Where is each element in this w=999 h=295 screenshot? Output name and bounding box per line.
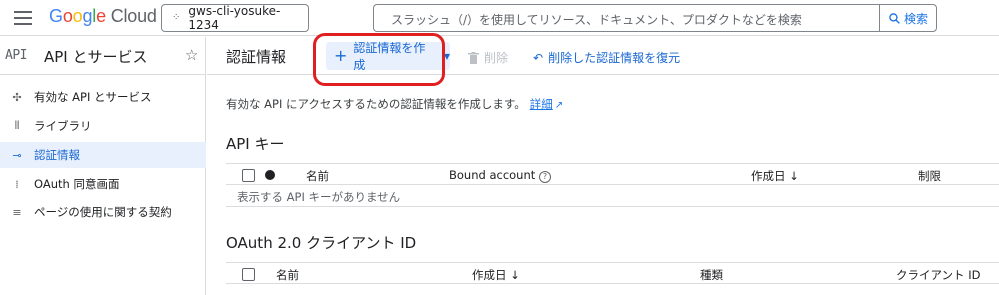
star-icon[interactable]: ☆: [185, 46, 198, 64]
status-dot-icon: [265, 170, 275, 180]
top-bar: Google Cloud ⁘ gws-cli-yosuke-1234 スラッシュ…: [0, 0, 999, 36]
table-header: 名前 Bound account ? 作成日 ↓ 制限: [226, 163, 999, 185]
restore-deleted-credentials-button[interactable]: ↶ 削除した認証情報を復元: [533, 49, 680, 66]
sidebar-title: API とサービス: [44, 48, 148, 66]
sort-down-icon: ↓: [510, 268, 520, 282]
column-created[interactable]: 作成日 ↓: [751, 168, 799, 184]
sidebar-item-library[interactable]: ⦀ ライブラリ: [0, 113, 206, 139]
project-name: gws-cli-yosuke-1234: [188, 4, 281, 32]
column-restrictions[interactable]: 制限: [918, 168, 941, 184]
sidebar-item-oauth-consent[interactable]: ⁞ OAuth 同意画面: [0, 171, 206, 197]
sidebar-item-credentials[interactable]: ⊸ 認証情報: [0, 142, 206, 168]
table-header: 名前 作成日 ↓ 種類 クライアント ID: [226, 262, 999, 284]
column-name[interactable]: 名前: [306, 168, 329, 184]
plus-icon: +: [334, 46, 348, 65]
agreements-icon: ≡: [12, 205, 22, 219]
dropdown-caret-icon: ▼: [443, 51, 450, 61]
delete-button[interactable]: 削除: [468, 49, 508, 66]
google-cloud-logo[interactable]: Google Cloud: [49, 6, 157, 27]
intro-text: 有効な API にアクセスするための認証情報を作成します。 詳細 ↗: [226, 97, 564, 111]
oauth-table: 名前 作成日 ↓ 種類 クライアント ID: [226, 262, 999, 284]
column-bound-account[interactable]: Bound account ?: [449, 168, 551, 183]
trash-icon: [468, 51, 479, 64]
column-type[interactable]: 種類: [700, 267, 723, 283]
undo-icon: ↶: [533, 50, 544, 65]
api-logo: API: [5, 48, 27, 63]
column-client-id[interactable]: クライアント ID: [896, 267, 980, 283]
search-button[interactable]: 検索: [879, 4, 937, 32]
external-link-icon: ↗: [554, 100, 564, 111]
select-all-checkbox[interactable]: [242, 268, 255, 281]
api-keys-title: API キー: [226, 135, 285, 153]
column-name[interactable]: 名前: [276, 267, 299, 283]
enabled-apis-icon: ✣: [12, 90, 22, 104]
project-icon: ⁘: [172, 12, 181, 23]
library-icon: ⦀: [14, 119, 20, 132]
select-all-checkbox[interactable]: [242, 169, 255, 182]
sort-down-icon: ↓: [789, 169, 799, 183]
sidebar-header: API API とサービス ☆: [0, 37, 206, 75]
project-picker[interactable]: ⁘ gws-cli-yosuke-1234: [161, 4, 309, 32]
oauth-title: OAuth 2.0 クライアント ID: [226, 234, 417, 252]
api-keys-table: 名前 Bound account ? 作成日 ↓ 制限 表示する API キーが…: [226, 163, 999, 207]
action-bar: 認証情報 + 認証情報を作成 ▼ 削除 ↶ 削除した認証情報を復元: [207, 37, 999, 75]
key-icon: ⊸: [12, 148, 22, 162]
help-icon[interactable]: ?: [538, 171, 551, 183]
page-title: 認証情報: [226, 48, 287, 66]
search-input[interactable]: スラッシュ（/）を使用してリソース、ドキュメント、プロダクトなどを検索: [373, 4, 879, 32]
sidebar: API API とサービス ☆ ✣ 有効な API とサービス ⦀ ライブラリ …: [0, 37, 206, 295]
empty-message: 表示する API キーがありません: [226, 185, 999, 207]
search-icon: [889, 12, 900, 24]
sidebar-item-agreements[interactable]: ≡ ページの使用に関する契約: [0, 199, 206, 225]
menu-icon[interactable]: [14, 11, 32, 25]
learn-more-link[interactable]: 詳細: [530, 97, 553, 111]
create-credentials-button[interactable]: + 認証情報を作成 ▼: [326, 41, 450, 72]
sidebar-item-enabled-apis[interactable]: ✣ 有効な API とサービス: [0, 84, 206, 110]
column-created[interactable]: 作成日 ↓: [472, 267, 520, 283]
oauth-consent-icon: ⁞: [15, 177, 19, 191]
